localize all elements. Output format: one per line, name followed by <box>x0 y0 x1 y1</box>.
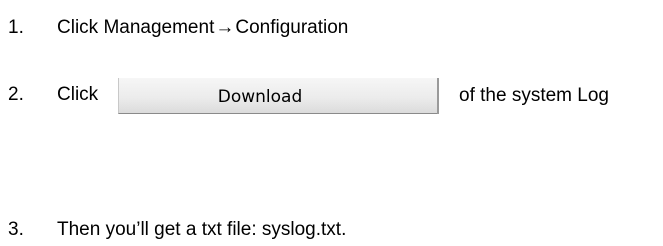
download-button[interactable]: Download <box>118 78 439 114</box>
button-edge <box>437 78 439 114</box>
step-3-number: 3. <box>8 218 24 240</box>
step-3-text: Then you’ll get a txt file: syslog.txt. <box>57 218 347 240</box>
right-arrow-icon: → <box>215 16 235 38</box>
step-1-number: 1. <box>8 16 24 38</box>
step-2-text-before-button: Click <box>57 83 99 105</box>
step-1-text-before-arrow: Click Management <box>57 16 215 38</box>
step-1-text-after-arrow: Configuration <box>235 16 349 38</box>
step-2-text-after-button: of the system Log <box>459 85 609 106</box>
step-1-text: Click Management → Configuration <box>57 18 348 37</box>
download-button-label: Download <box>217 87 303 107</box>
step-2-number: 2. <box>8 83 24 105</box>
